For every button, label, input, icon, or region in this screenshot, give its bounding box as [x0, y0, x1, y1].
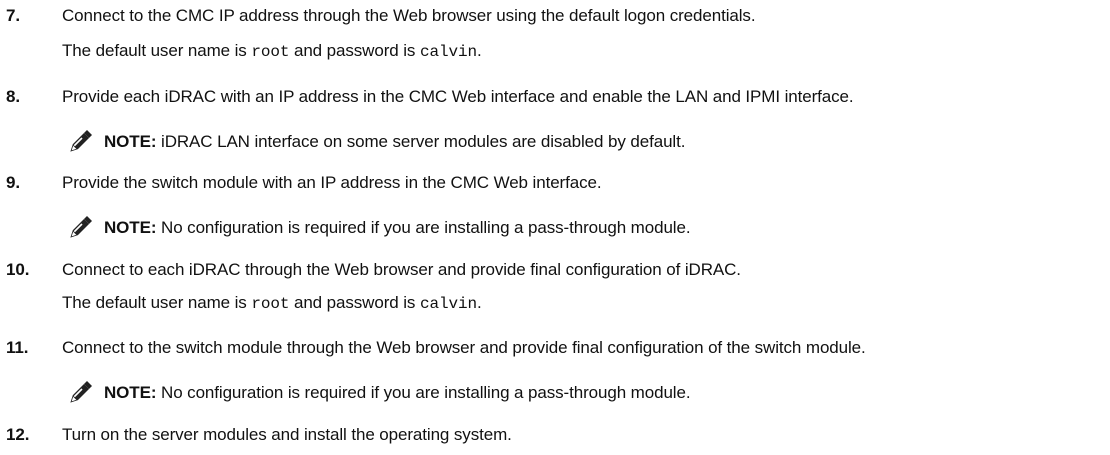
step-text: Connect to the CMC IP address through th…	[62, 6, 756, 25]
detail-prefix: The default user name is	[62, 293, 252, 312]
pencil-note-icon	[70, 381, 92, 403]
note-text: iDRAC LAN interface on some server modul…	[156, 132, 686, 151]
step-number: 8.	[6, 87, 20, 106]
detail-suffix: .	[476, 293, 482, 312]
note-label: NOTE:	[104, 218, 157, 237]
pencil-note-icon	[70, 130, 92, 152]
detail-middle: and password is	[289, 293, 420, 312]
step-detail: The default user name is root and passwo…	[62, 40, 482, 62]
document-page: 7. Connect to the CMC IP address through…	[0, 0, 1110, 455]
default-username: root	[251, 43, 290, 61]
step-number: 10.	[6, 260, 30, 279]
note-label: NOTE:	[104, 132, 157, 151]
step-text: Connect to each iDRAC through the Web br…	[62, 260, 741, 279]
step-number: 11.	[6, 338, 29, 357]
pencil-note-icon	[70, 216, 92, 238]
default-password: calvin	[419, 43, 477, 61]
default-username: root	[251, 295, 290, 313]
detail-prefix: The default user name is	[62, 41, 252, 60]
note-text: No configuration is required if you are …	[156, 218, 691, 237]
default-password: calvin	[419, 295, 477, 313]
step-number: 12.	[6, 425, 30, 444]
note-callout: NOTE: iDRAC LAN interface on some server…	[70, 130, 685, 154]
step-number: 9.	[6, 173, 20, 192]
note-callout: NOTE: No configuration is required if yo…	[70, 381, 691, 405]
note-text: No configuration is required if you are …	[156, 383, 691, 402]
step-text: Provide the switch module with an IP add…	[62, 173, 602, 192]
step-number: 7.	[6, 6, 20, 25]
note-label: NOTE:	[104, 383, 157, 402]
step-text: Provide each iDRAC with an IP address in…	[62, 87, 854, 106]
note-callout: NOTE: No configuration is required if yo…	[70, 216, 691, 240]
detail-suffix: .	[476, 41, 482, 60]
detail-middle: and password is	[289, 41, 420, 60]
step-detail: The default user name is root and passwo…	[62, 292, 482, 314]
step-text: Connect to the switch module through the…	[62, 338, 866, 357]
step-text: Turn on the server modules and install t…	[62, 425, 512, 444]
